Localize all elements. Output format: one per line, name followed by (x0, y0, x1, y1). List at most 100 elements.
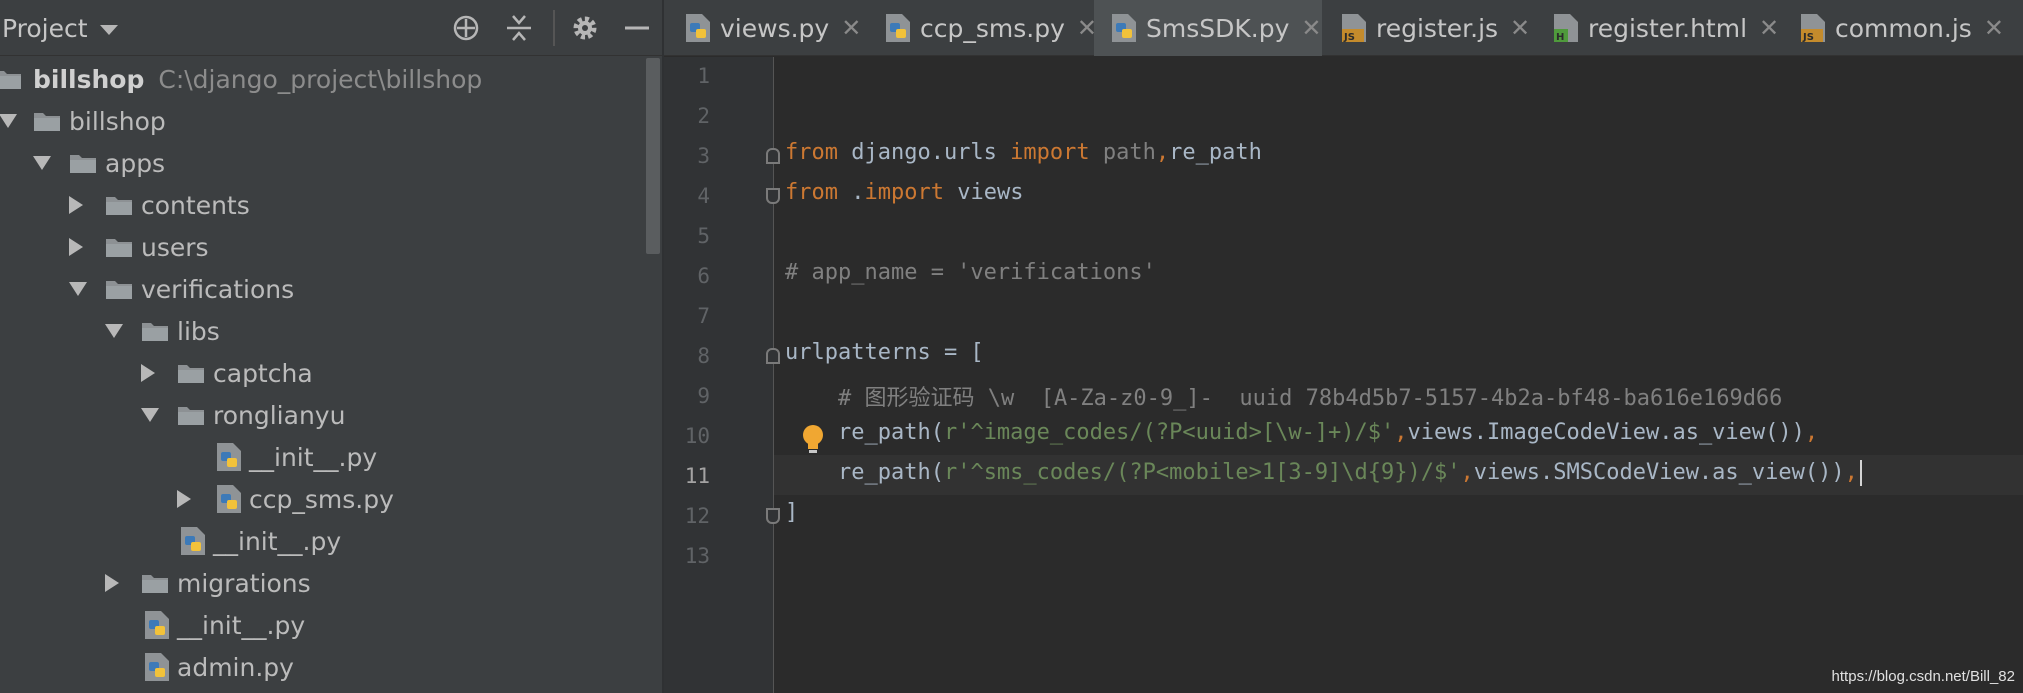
crosshair-icon (453, 15, 479, 41)
tree-label: __init__.py (249, 442, 378, 472)
collapse-arrow-icon[interactable] (105, 574, 119, 592)
project-panel-header: Project (0, 0, 662, 56)
folder-icon (70, 155, 96, 173)
chevron-down-icon (99, 25, 118, 35)
python-file-icon (145, 611, 169, 639)
tree-label: contents (141, 190, 250, 220)
tab-label: register.js (1376, 13, 1499, 43)
close-icon[interactable]: ✕ (1510, 14, 1530, 42)
tree-node-folder[interactable]: users (0, 226, 662, 268)
tree-node-file[interactable]: __init__.py (0, 520, 662, 562)
expand-arrow-icon[interactable] (0, 114, 17, 128)
tab-ccp-sms-py[interactable]: ccp_sms.py ✕ (884, 0, 1104, 56)
project-view-selector[interactable]: Project (0, 0, 118, 56)
javascript-file-icon: JS (1801, 14, 1825, 43)
tree-node-folder[interactable]: libs (0, 310, 662, 352)
svg-text:H: H (1556, 32, 1564, 43)
collapse-arrow-icon[interactable] (69, 196, 83, 214)
editor-tab-bar: views.py ✕ ccp_sms.py ✕ SmsSDK.py ✕ JS r… (664, 0, 2023, 56)
line-number: 12 (684, 504, 710, 528)
tree-label: admin.py (177, 652, 294, 682)
tree-node-file[interactable]: __init__.py (0, 436, 662, 478)
folder-icon (0, 71, 21, 89)
line-number: 13 (684, 544, 710, 568)
tree-node-root[interactable]: billshop C:\django_project\billshop (0, 58, 662, 100)
folder-icon (142, 323, 168, 341)
python-file-icon (217, 485, 241, 513)
tree-label: libs (177, 316, 220, 346)
tree-label: users (141, 232, 209, 262)
tree-node-file[interactable]: admin.py (0, 646, 662, 688)
tree-node-folder[interactable]: migrations (0, 562, 662, 604)
tab-label: ccp_sms.py (920, 13, 1065, 43)
javascript-file-icon: JS (1342, 14, 1366, 43)
header-separator (553, 10, 555, 46)
hide-panel-button[interactable] (621, 12, 653, 44)
collapse-arrow-icon[interactable] (69, 238, 83, 256)
close-icon[interactable]: ✕ (841, 14, 861, 42)
text-cursor (1859, 460, 1862, 486)
line-number: 9 (697, 384, 710, 408)
folder-icon (142, 575, 168, 593)
python-file-icon (181, 527, 205, 555)
line-number-current: 11 (684, 464, 710, 488)
collapse-arrow-icon[interactable] (177, 490, 191, 508)
tab-common-js[interactable]: JS common.js ✕ (1799, 0, 2019, 56)
line-number: 1 (697, 64, 710, 88)
tab-smssdk-py[interactable]: SmsSDK.py ✕ (1094, 0, 1322, 56)
folder-icon (106, 197, 132, 215)
line-number: 8 (697, 344, 710, 368)
tab-views-py[interactable]: views.py ✕ (684, 0, 878, 56)
tree-node-folder[interactable]: captcha (0, 352, 662, 394)
tree-scrollbar[interactable] (646, 58, 660, 254)
tree-label: billshop (69, 106, 166, 136)
tree-label: ronglianyu (213, 400, 346, 430)
tree-node-folder[interactable]: ronglianyu (0, 394, 662, 436)
code-line-10: re_path(r'^image_codes/(?P<uuid>[\w-]+)/… (837, 420, 1819, 445)
collapse-arrow-icon[interactable] (141, 364, 155, 382)
line-number: 7 (697, 304, 710, 328)
tree-node-file[interactable]: ccp_sms.py (0, 478, 662, 520)
code-line-11: re_path(r'^sms_codes/(?P<mobile>1[3-9]\d… (785, 460, 1862, 486)
fold-marker-icon[interactable] (766, 188, 780, 204)
code-line-4: from .import views (785, 180, 1024, 205)
tab-label: common.js (1835, 13, 1972, 43)
settings-button[interactable] (569, 12, 601, 44)
tree-node-folder[interactable]: contents (0, 184, 662, 226)
expand-arrow-icon[interactable] (69, 282, 87, 296)
close-icon[interactable]: ✕ (1759, 14, 1779, 42)
expand-arrow-icon[interactable] (105, 324, 123, 338)
expand-arrow-icon[interactable] (33, 156, 51, 170)
tab-register-js[interactable]: JS register.js ✕ (1340, 0, 1540, 56)
tree-label: billshop (33, 64, 145, 94)
tree-node-folder[interactable]: apps (0, 142, 662, 184)
tab-label: SmsSDK.py (1146, 13, 1290, 43)
expand-arrow-icon[interactable] (141, 408, 159, 422)
close-icon[interactable]: ✕ (1984, 14, 2004, 42)
html-file-icon: H (1554, 14, 1578, 43)
tree-node-file[interactable]: __init__.py (0, 604, 662, 646)
fold-marker-icon[interactable] (766, 148, 780, 164)
close-icon[interactable]: ✕ (1301, 14, 1321, 42)
watermark: https://blog.csdn.net/Bill_82 (1831, 668, 2015, 685)
tree-label: verifications (141, 274, 295, 304)
folder-icon (106, 239, 132, 257)
python-file-icon (886, 14, 910, 42)
folder-icon (178, 365, 204, 383)
collapse-all-button[interactable] (503, 12, 535, 44)
python-file-icon (686, 14, 710, 42)
line-number: 5 (697, 224, 710, 248)
line-number: 10 (684, 424, 710, 448)
tree-label: __init__.py (213, 526, 342, 556)
fold-marker-icon[interactable] (766, 508, 780, 524)
line-number: 4 (697, 184, 710, 208)
locate-file-button[interactable] (450, 12, 482, 44)
tree-node-folder[interactable]: verifications (0, 268, 662, 310)
code-line-3: from django.urls import path,re_path (785, 140, 1262, 165)
tree-node-folder[interactable]: billshop (0, 100, 662, 142)
tab-register-html[interactable]: H register.html ✕ (1552, 0, 1784, 56)
project-panel-title: Project (2, 13, 88, 43)
tree-label: __init__.py (177, 610, 306, 640)
tree-label: migrations (177, 568, 311, 598)
fold-marker-icon[interactable] (766, 348, 780, 364)
